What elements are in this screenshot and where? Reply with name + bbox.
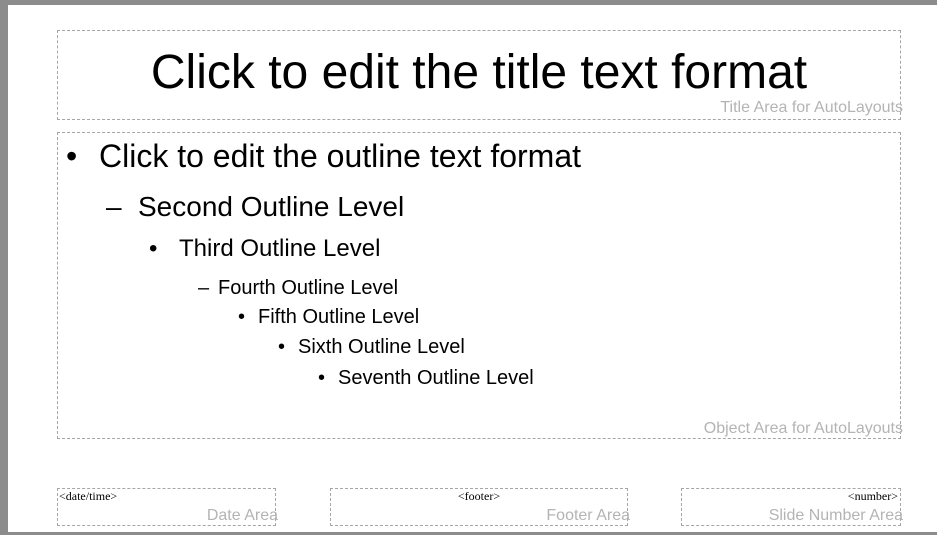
outline-bullet: • xyxy=(238,306,246,328)
outline-level-5[interactable]: • Fifth Outline Level xyxy=(238,305,419,329)
outline-bullet: • xyxy=(318,367,326,389)
outline-level-1-text: Click to edit the outline text format xyxy=(99,138,581,174)
outline-level-7-text: Seventh Outline Level xyxy=(338,367,534,389)
object-area-label: Object Area for AutoLayouts xyxy=(703,420,903,437)
slide-number-area[interactable]: <number> Slide Number Area xyxy=(681,488,903,526)
editor-frame-left xyxy=(0,0,8,535)
slide-number-area-label: Slide Number Area xyxy=(768,507,903,524)
outline-level-4-text: Fourth Outline Level xyxy=(218,277,399,299)
slide-number-field[interactable]: <number> xyxy=(848,489,898,503)
footer-field[interactable]: <footer> xyxy=(331,489,627,503)
footer-area-label: Footer Area xyxy=(546,507,630,524)
outline-level-3[interactable]: • Third Outline Level xyxy=(149,234,380,264)
master-slide: Click to edit the title text format Titl… xyxy=(8,5,937,532)
title-area-label: Title Area for AutoLayouts xyxy=(720,99,903,116)
title-area[interactable]: Click to edit the title text format Titl… xyxy=(57,30,903,120)
outline-level-2-text: Second Outline Level xyxy=(138,191,405,222)
outline-bullet: – xyxy=(198,277,210,299)
title-placeholder-text[interactable]: Click to edit the title text format xyxy=(58,45,900,101)
date-area-label: Date Area xyxy=(206,507,278,524)
outline-level-6-text: Sixth Outline Level xyxy=(298,336,465,358)
footer-area[interactable]: <footer> Footer Area xyxy=(330,488,630,526)
date-area[interactable]: <date/time> Date Area xyxy=(57,488,278,526)
outline-bullet: – xyxy=(106,191,122,222)
outline-bullet: • xyxy=(66,138,78,174)
outline-level-4[interactable]: – Fourth Outline Level xyxy=(198,276,398,300)
object-area[interactable]: • Click to edit the outline text format –… xyxy=(57,132,903,439)
outline-level-2[interactable]: – Second Outline Level xyxy=(106,190,404,224)
date-time-field[interactable]: <date/time> xyxy=(59,489,117,503)
outline-bullet: • xyxy=(149,235,158,262)
outline-level-7[interactable]: • Seventh Outline Level xyxy=(318,366,534,390)
outline-level-3-text: Third Outline Level xyxy=(179,235,381,262)
outline-level-6[interactable]: • Sixth Outline Level xyxy=(278,335,465,359)
outline-bullet: • xyxy=(278,336,286,358)
outline-level-5-text: Fifth Outline Level xyxy=(258,306,420,328)
outline-level-1[interactable]: • Click to edit the outline text format xyxy=(66,137,581,175)
